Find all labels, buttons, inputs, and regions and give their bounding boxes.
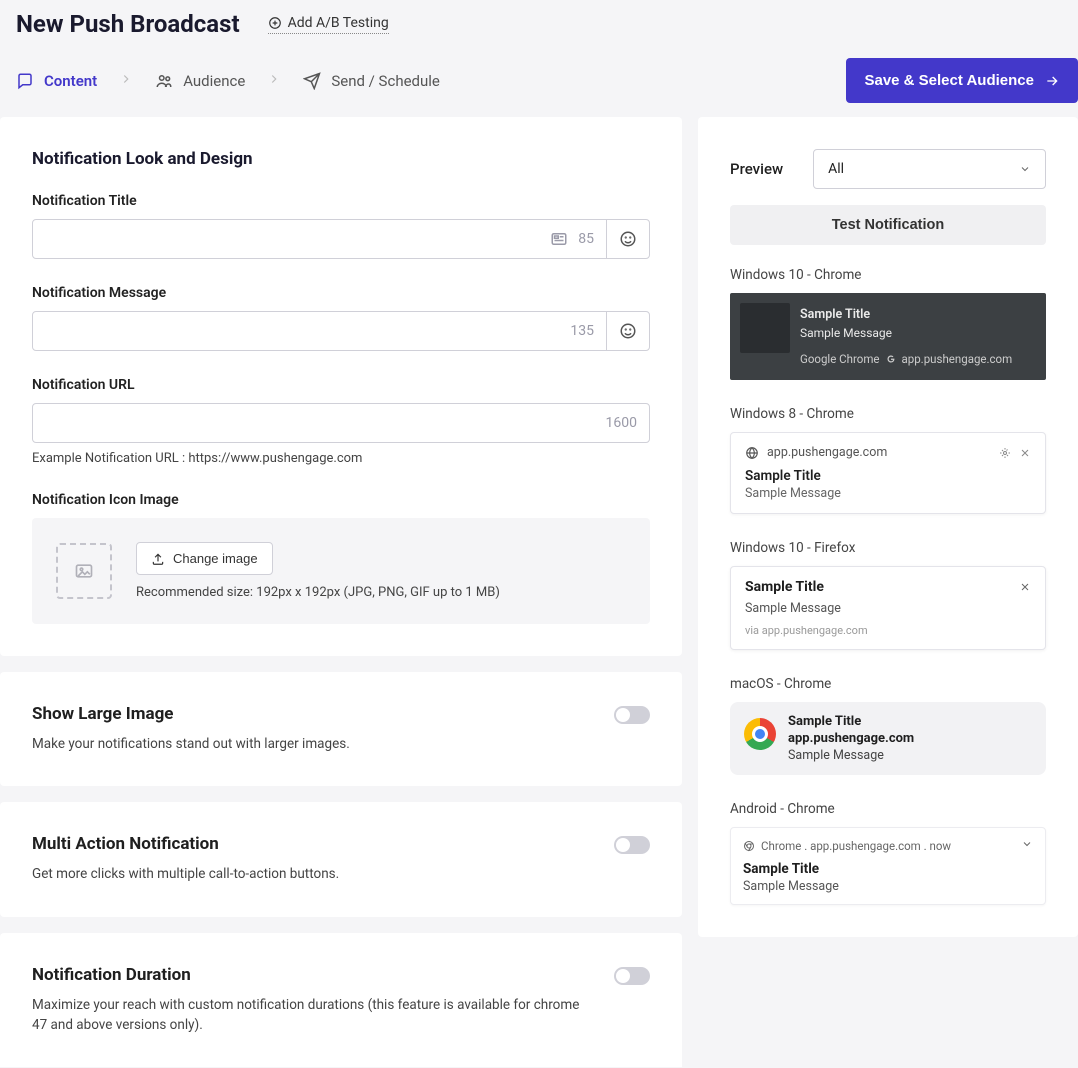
step-audience[interactable]: Audience xyxy=(155,72,245,90)
preview-source: Google Chrome xyxy=(800,352,880,366)
preview-macos-chrome: Sample Title app.pushengage.com Sample M… xyxy=(730,702,1046,775)
message-char-count: 135 xyxy=(570,323,594,339)
plus-circle-icon xyxy=(268,16,282,30)
preview-message: Sample Message xyxy=(745,486,1031,501)
audience-icon xyxy=(155,72,173,90)
icon-image-dropzone[interactable] xyxy=(56,543,112,599)
emoji-icon xyxy=(619,230,637,248)
preview-win10-chrome: Sample Title Sample Message Google Chrom… xyxy=(730,293,1046,380)
add-ab-testing-link[interactable]: Add A/B Testing xyxy=(268,15,389,34)
preview-os-label: macOS - Chrome xyxy=(730,676,1046,692)
duration-toggle[interactable] xyxy=(614,967,650,985)
emoji-picker-button[interactable] xyxy=(606,220,649,258)
preview-domain: app.pushengage.com xyxy=(767,445,887,460)
url-char-count: 1600 xyxy=(606,415,637,431)
preview-thumb xyxy=(740,303,790,353)
duration-desc: Maximize your reach with custom notifica… xyxy=(32,995,592,1036)
step-content[interactable]: Content xyxy=(16,72,97,90)
chevron-right-icon xyxy=(119,72,133,90)
url-example-text: Example Notification URL : https://www.p… xyxy=(32,451,650,466)
preview-title: Sample Title xyxy=(743,861,1033,877)
save-select-audience-label: Save & Select Audience xyxy=(864,72,1034,89)
chevron-right-icon xyxy=(267,72,281,90)
preview-os-label: Android - Chrome xyxy=(730,801,1046,817)
large-image-title: Show Large Image xyxy=(32,704,350,724)
multi-action-title: Multi Action Notification xyxy=(32,834,339,854)
multi-action-toggle[interactable] xyxy=(614,836,650,854)
design-heading: Notification Look and Design xyxy=(32,149,650,169)
show-large-image-card: Show Large Image Make your notifications… xyxy=(0,672,682,786)
notification-title-label: Notification Title xyxy=(32,193,650,209)
multi-action-desc: Get more clicks with multiple call-to-ac… xyxy=(32,864,339,884)
page-title: New Push Broadcast xyxy=(16,10,240,38)
image-placeholder-icon xyxy=(74,561,94,581)
step-schedule-label: Send / Schedule xyxy=(331,72,440,90)
upload-icon xyxy=(151,552,165,566)
preview-select-value: All xyxy=(828,161,844,177)
notification-url-input[interactable] xyxy=(33,404,594,442)
emoji-picker-button[interactable] xyxy=(606,312,649,350)
personalization-icon[interactable] xyxy=(550,230,568,248)
arrow-right-icon xyxy=(1044,73,1060,89)
globe-icon xyxy=(745,446,759,460)
wizard-steps: Content Audience Send / Schedule xyxy=(16,72,440,90)
preview-title: Sample Title xyxy=(745,579,824,595)
chrome-outline-icon xyxy=(743,840,755,852)
notification-title-input[interactable] xyxy=(33,220,538,258)
icon-image-label: Notification Icon Image xyxy=(32,492,650,508)
notification-message-label: Notification Message xyxy=(32,285,650,301)
step-schedule[interactable]: Send / Schedule xyxy=(303,72,440,90)
test-notification-button[interactable]: Test Notification xyxy=(730,205,1046,245)
preview-panel: Preview All Test Notification Windows 10… xyxy=(698,117,1078,937)
close-icon[interactable] xyxy=(1019,447,1031,459)
duration-card: Notification Duration Maximize your reac… xyxy=(0,933,682,1068)
large-image-toggle[interactable] xyxy=(614,706,650,724)
preview-message: Sample Message xyxy=(745,601,1031,616)
preview-os-label: Windows 10 - Chrome xyxy=(730,267,1046,283)
preview-os-label: Windows 10 - Firefox xyxy=(730,540,1046,556)
change-image-button[interactable]: Change image xyxy=(136,542,273,575)
step-content-label: Content xyxy=(44,72,97,90)
close-icon[interactable] xyxy=(1019,581,1031,593)
preview-title: Sample Title xyxy=(800,307,1032,322)
add-ab-testing-label: Add A/B Testing xyxy=(288,15,389,31)
change-image-label: Change image xyxy=(173,551,258,566)
duration-title: Notification Duration xyxy=(32,965,592,985)
preview-domain: app.pushengage.com xyxy=(902,352,1013,366)
preview-domain: app.pushengage.com xyxy=(788,731,914,746)
preview-label: Preview xyxy=(730,160,783,178)
design-card: Notification Look and Design Notificatio… xyxy=(0,117,682,656)
preview-title: Sample Title xyxy=(788,714,914,729)
preview-device-select[interactable]: All xyxy=(813,149,1046,189)
icon-image-help: Recommended size: 192px x 192px (JPG, PN… xyxy=(136,585,500,600)
preview-message: Sample Message xyxy=(788,748,914,763)
preview-android-meta: Chrome . app.pushengage.com . now xyxy=(761,839,951,853)
preview-win10-firefox: Sample Title Sample Message via app.push… xyxy=(730,566,1046,650)
step-audience-label: Audience xyxy=(183,72,245,90)
send-icon xyxy=(303,72,321,90)
save-select-audience-button[interactable]: Save & Select Audience xyxy=(846,58,1078,103)
large-image-desc: Make your notifications stand out with l… xyxy=(32,734,350,754)
chrome-icon xyxy=(744,718,776,750)
multi-action-card: Multi Action Notification Get more click… xyxy=(0,802,682,916)
google-g-icon xyxy=(886,354,896,364)
preview-android-chrome: Chrome . app.pushengage.com . now Sample… xyxy=(730,827,1046,905)
preview-via: via app.pushengage.com xyxy=(745,624,1031,637)
content-icon xyxy=(16,72,34,90)
chevron-down-icon[interactable] xyxy=(1021,838,1033,850)
preview-win8-chrome: app.pushengage.com Sample Title Sample M… xyxy=(730,432,1046,514)
notification-url-label: Notification URL xyxy=(32,377,650,393)
emoji-icon xyxy=(619,322,637,340)
preview-message: Sample Message xyxy=(743,879,1033,894)
chevron-down-icon xyxy=(1019,163,1031,175)
preview-os-label: Windows 8 - Chrome xyxy=(730,406,1046,422)
preview-message: Sample Message xyxy=(800,326,1032,340)
preview-title: Sample Title xyxy=(745,468,1031,484)
notification-message-input[interactable] xyxy=(33,312,558,350)
title-char-count: 85 xyxy=(578,231,594,247)
gear-icon xyxy=(999,447,1011,459)
